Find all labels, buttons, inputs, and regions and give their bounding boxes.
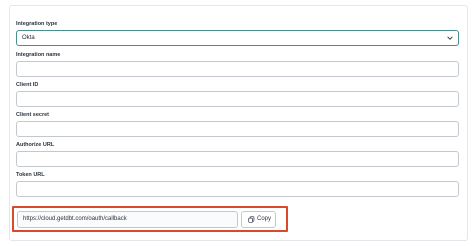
token-url-input[interactable] — [16, 181, 459, 197]
client-id-input[interactable] — [16, 91, 459, 107]
chevron-down-icon — [447, 36, 453, 40]
integration-type-label: Integration type — [16, 21, 58, 27]
integration-name-label: Integration name — [16, 52, 61, 58]
copy-button-label: Copy — [257, 216, 272, 222]
copy-button[interactable]: Copy — [241, 211, 276, 228]
integration-type-value: Okta — [22, 35, 35, 41]
callback-url-text: https://cloud.getdbt.com/oauth/callback — [23, 216, 127, 222]
integration-type-select[interactable]: Okta — [16, 30, 459, 46]
token-url-label: Token URL — [16, 172, 45, 178]
copy-icon — [248, 216, 255, 223]
authorize-url-label: Authorize URL — [16, 142, 55, 148]
client-secret-input[interactable] — [16, 121, 459, 137]
client-secret-label: Client secret — [16, 112, 50, 118]
callback-url-field[interactable]: https://cloud.getdbt.com/oauth/callback — [17, 211, 238, 228]
integration-name-input[interactable] — [16, 61, 459, 77]
client-id-label: Client ID — [16, 82, 39, 88]
authorize-url-input[interactable] — [16, 151, 459, 167]
